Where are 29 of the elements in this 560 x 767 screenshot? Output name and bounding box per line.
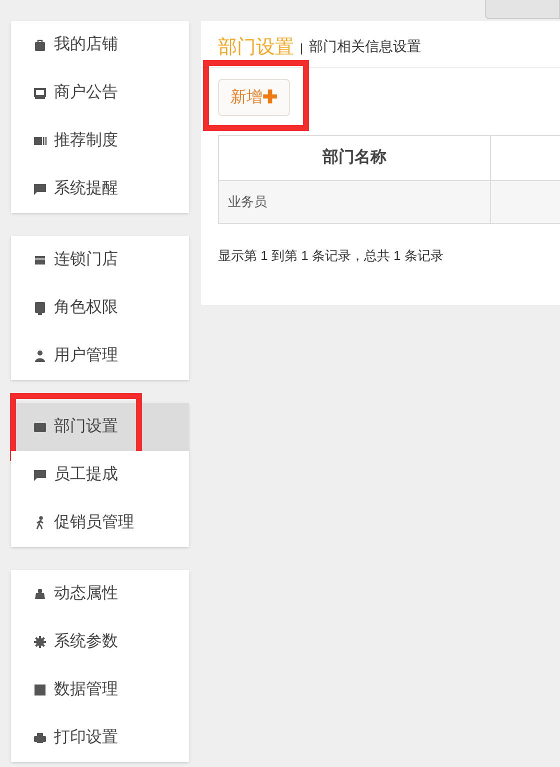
person-icon (33, 349, 47, 363)
menu-item[interactable]: 角色权限 (11, 284, 189, 332)
menu-item[interactable]: 系统参数 (11, 618, 189, 666)
menu-item[interactable]: 员工提成 (11, 451, 189, 499)
message-icon (33, 86, 47, 100)
store-icon (33, 253, 47, 267)
menu-item[interactable]: 商户公告 (11, 69, 189, 117)
contact-card-icon (33, 420, 47, 434)
menu-item[interactable]: 促销员管理 (11, 499, 189, 547)
top-tab[interactable] (485, 0, 560, 19)
menu-item[interactable]: 打印设置 (11, 714, 189, 762)
menu-item[interactable]: 推荐制度 (11, 117, 189, 165)
record-count: 显示第 1 到第 1 条记录，总共 1 条记录 (217, 247, 444, 265)
page-title: 部门设置 (218, 38, 294, 57)
menu-item[interactable]: 我的店铺 (11, 21, 189, 69)
chat-icon (33, 468, 47, 482)
menu-item[interactable]: 系统提醒 (11, 165, 189, 213)
printer-icon (33, 731, 47, 745)
menu-item[interactable]: 数据管理 (11, 666, 189, 714)
gear-icon (33, 635, 47, 649)
badge-icon (33, 301, 47, 315)
column-header: 部门名称 (218, 136, 490, 180)
page-subtitle: 部门相关信息设置 (309, 37, 422, 56)
id-card-icon (33, 134, 47, 148)
menu-item[interactable]: 连锁门店 (11, 236, 189, 284)
menu-item[interactable]: 动态属性 (11, 570, 189, 618)
table-cell: 业务员 (218, 180, 490, 224)
menu-item[interactable]: 用户管理 (11, 332, 189, 380)
title-separator: | (300, 40, 304, 57)
